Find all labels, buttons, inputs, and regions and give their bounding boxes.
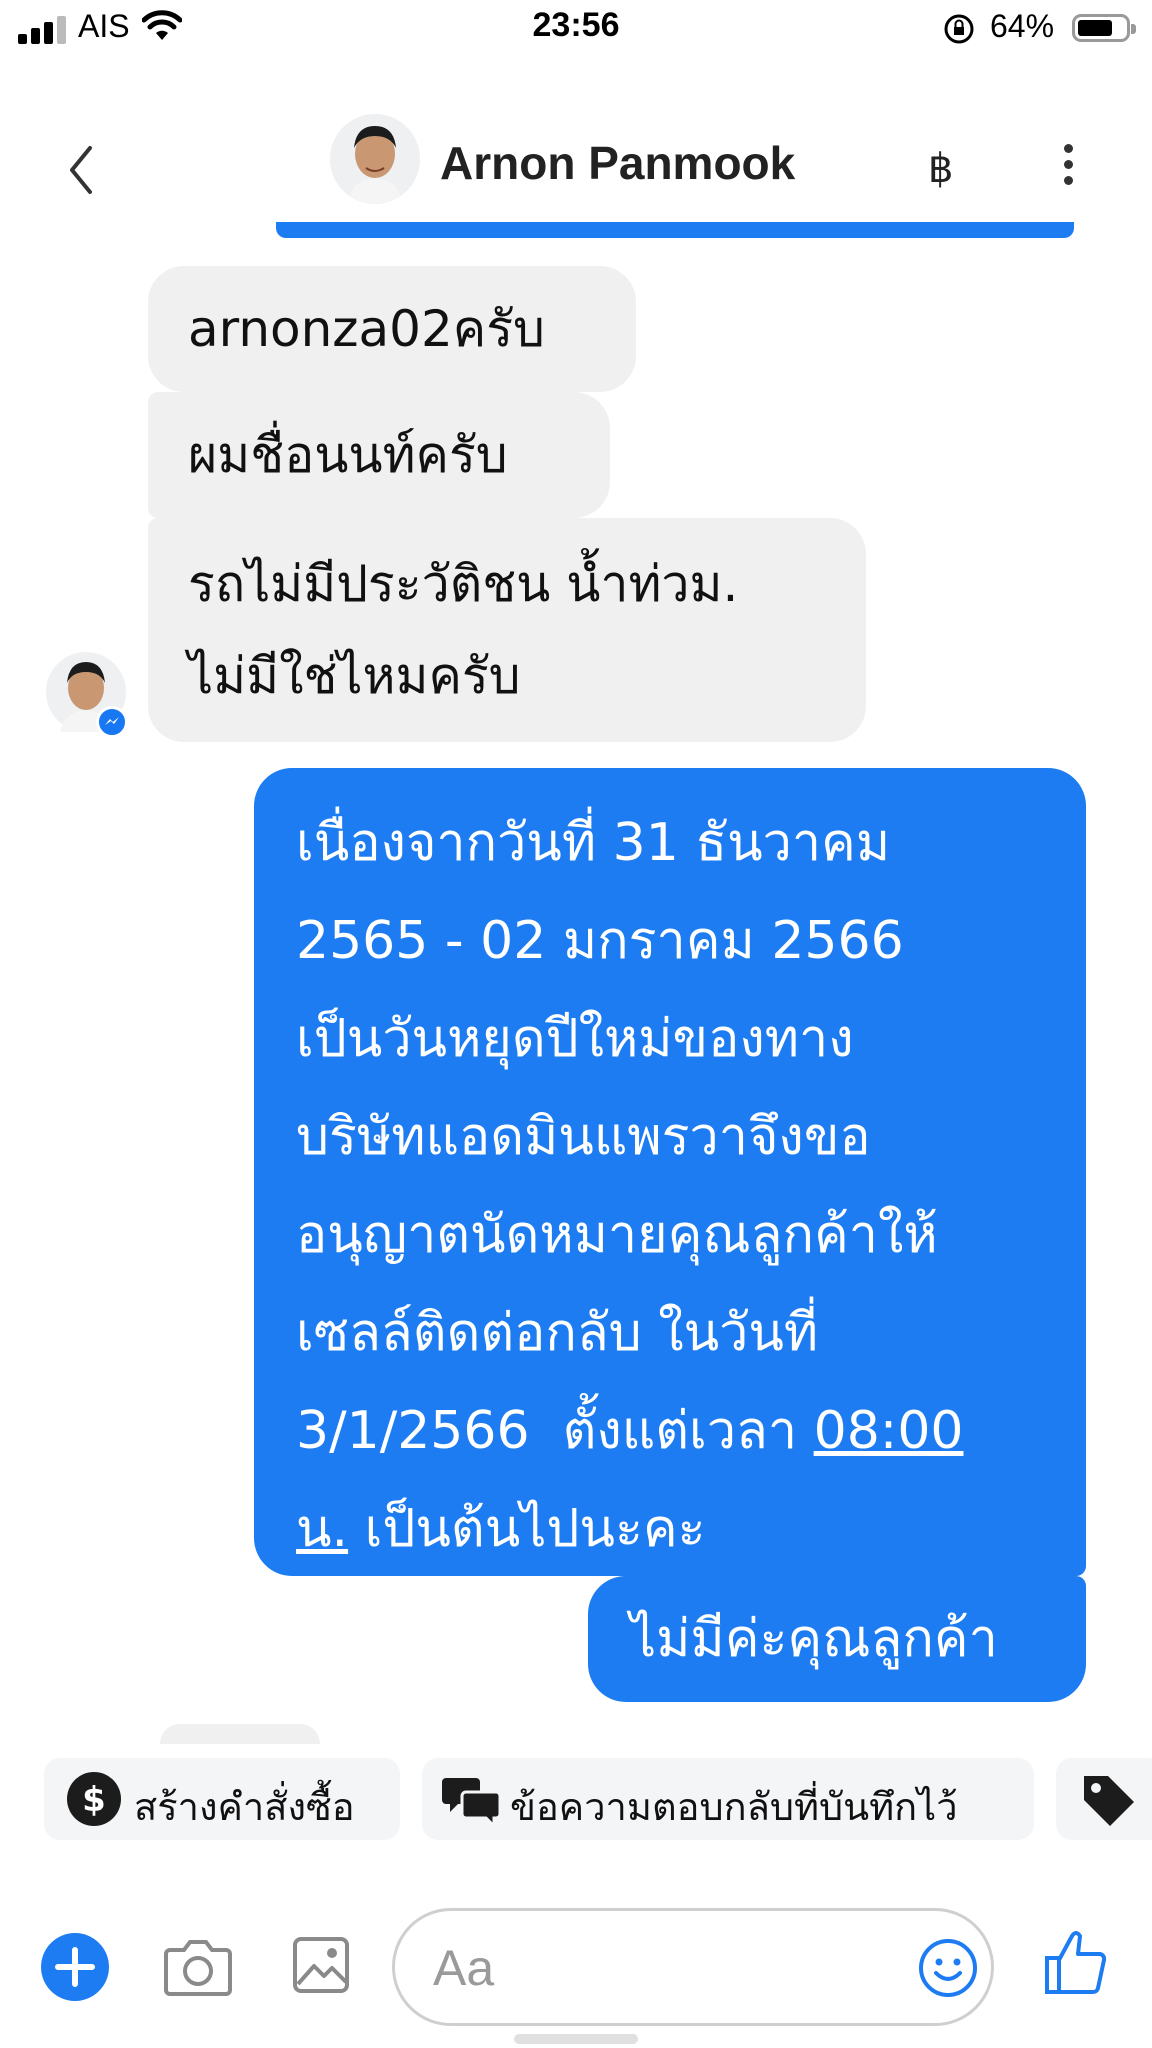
sender-avatar	[46, 648, 128, 738]
chat-header: Arnon Panmook ฿	[0, 100, 1152, 240]
payment-button[interactable]: ฿	[928, 146, 953, 192]
clock: 23:56	[532, 6, 620, 44]
contact-avatar	[330, 114, 420, 204]
incoming-message[interactable]: ผมชื่อนนท์ครับ	[148, 392, 610, 518]
add-icon[interactable]	[40, 1932, 110, 2002]
contact-name: Arnon Panmook	[440, 137, 796, 189]
svg-text:$: $	[82, 1780, 106, 1820]
message-input-box[interactable]	[392, 1908, 994, 2026]
incoming-message[interactable]: รถไม่มีประวัติชน น้ำท่วม. ไม่มีใช่ไหมครั…	[148, 518, 866, 742]
dollar-circle-icon: $	[67, 1772, 121, 1826]
battery-icon	[1072, 14, 1136, 42]
header-accent-bar	[276, 222, 1074, 238]
emoji-icon[interactable]	[917, 1937, 979, 1999]
battery-percent: 64%	[990, 8, 1055, 44]
time-link[interactable]: 08:00	[814, 1401, 964, 1461]
tag-icon	[1084, 1776, 1134, 1826]
contact-header[interactable]: Arnon Panmook	[330, 114, 850, 214]
camera-icon[interactable]	[164, 1936, 232, 1996]
home-indicator	[514, 2034, 638, 2044]
outgoing-message[interactable]: ไม่มีค่ะคุณลูกค้า	[588, 1576, 1086, 1702]
quick-reply-tag[interactable]	[1056, 1758, 1152, 1840]
status-bar: AIS 23:56 64%	[0, 0, 1152, 60]
rotation-lock-icon	[944, 14, 974, 44]
message-line: 3/1/2566 ตั้งแต่เวลา 08:00	[296, 1401, 964, 1461]
outgoing-message[interactable]: เนื่องจากวันที่ 31 ธันวาคม 2565 - 02 มกร…	[254, 768, 1086, 1576]
thumbs-up-icon[interactable]	[1044, 1928, 1108, 1996]
back-chevron-icon[interactable]	[62, 140, 102, 200]
gallery-icon[interactable]	[292, 1936, 350, 1994]
message-input[interactable]	[431, 1937, 895, 1999]
partial-message	[160, 1724, 320, 1744]
quick-reply-create-order[interactable]: $ สร้างคำสั่งซื้อ	[44, 1758, 400, 1840]
message-line: น. เป็นต้นไปนะคะ	[296, 1499, 706, 1559]
messenger-badge-icon	[96, 706, 128, 738]
more-options-icon[interactable]	[1058, 144, 1078, 194]
chat-bubbles-icon	[442, 1778, 502, 1828]
quick-reply-saved-replies[interactable]: ข้อความตอบกลับที่บันทึกไว้	[422, 1758, 1034, 1840]
time-link[interactable]: น.	[296, 1499, 348, 1559]
incoming-message[interactable]: arnonza02ครับ	[148, 266, 636, 392]
